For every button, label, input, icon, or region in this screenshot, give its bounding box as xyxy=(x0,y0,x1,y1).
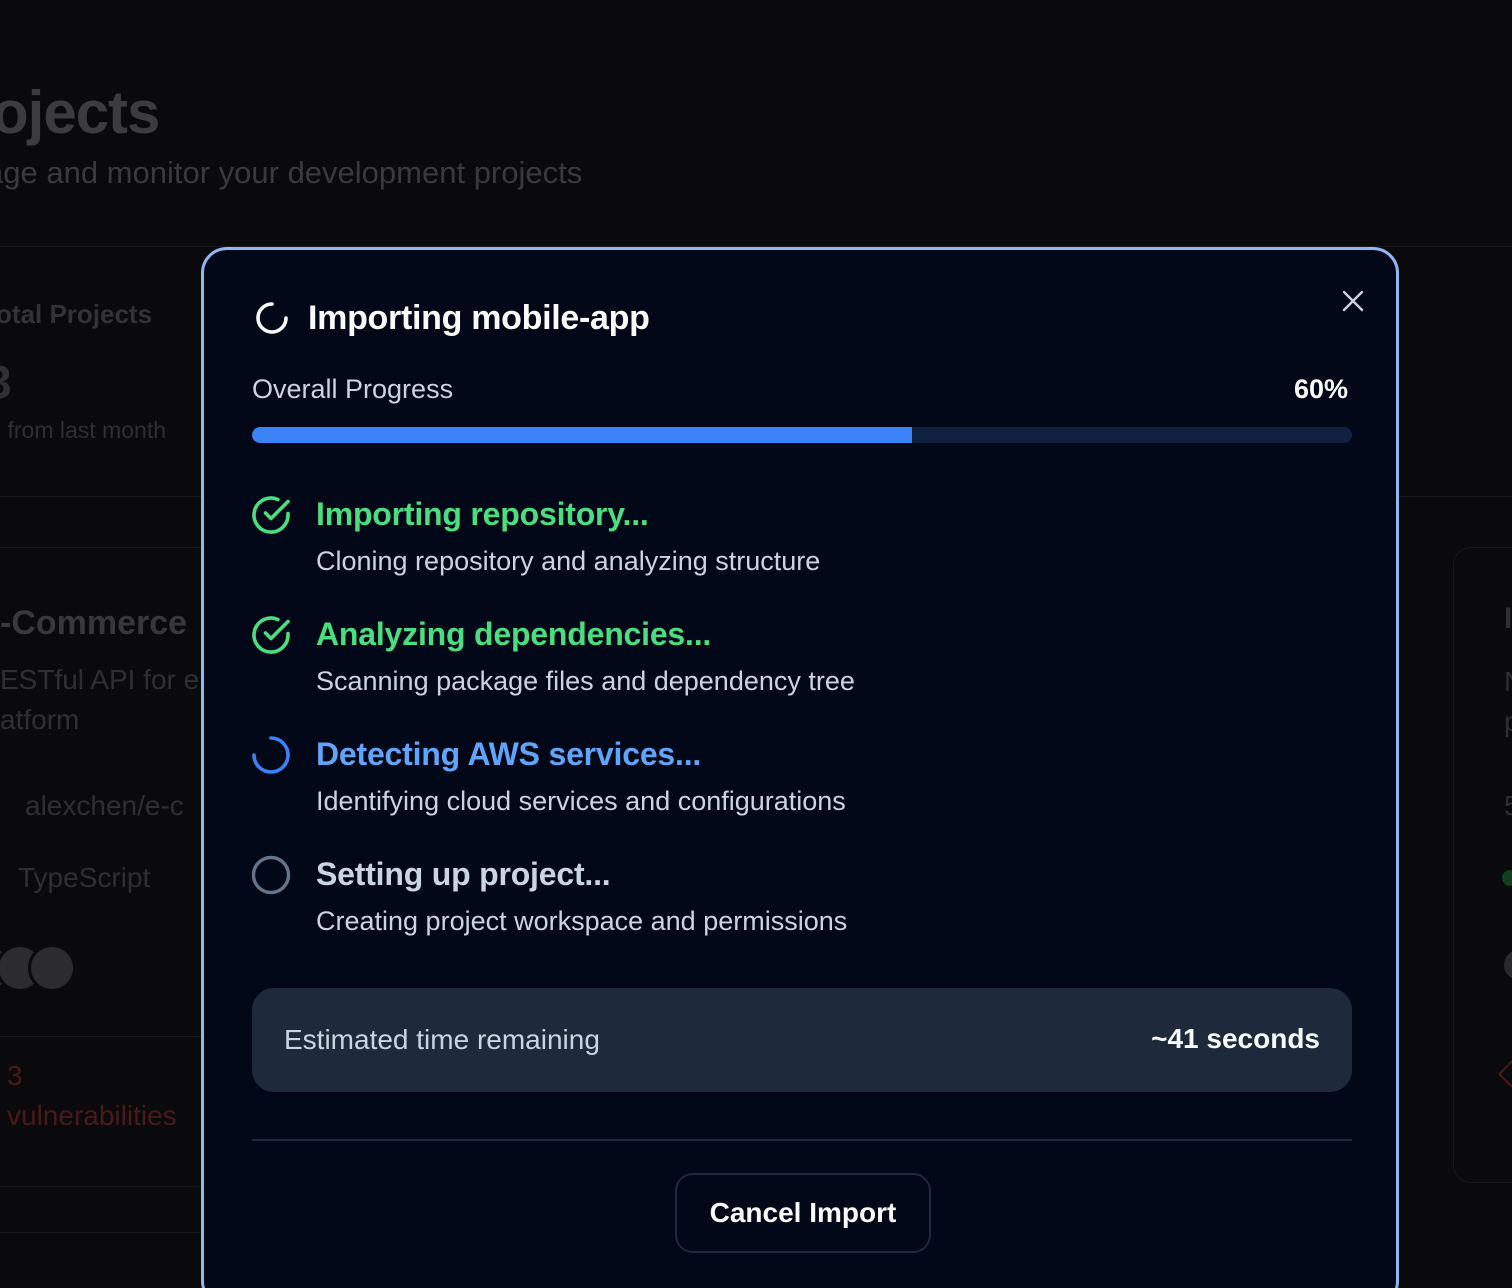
check-circle-icon xyxy=(250,494,292,536)
avatar-group xyxy=(0,944,76,992)
card-divider xyxy=(0,1036,215,1037)
empty-circle-icon xyxy=(250,854,292,896)
project-card-title: -Commerce xyxy=(0,604,188,642)
vuln-count-label: vulnerabilities xyxy=(7,1100,177,1131)
step-description: Creating project workspace and permissio… xyxy=(316,906,848,936)
project-card-description: ESTful API for e atform xyxy=(0,664,200,735)
progress-bar xyxy=(252,427,1352,443)
progress-percent: 60% xyxy=(1293,374,1348,404)
eta-panel: Estimated time remaining ~41 seconds xyxy=(252,988,1352,1092)
right-card-desc-fragment: N xyxy=(1504,666,1512,698)
project-card-repo[interactable]: alexchen/e-c xyxy=(25,790,184,822)
right-card-repo-fragment: 5 xyxy=(1504,790,1512,821)
close-button[interactable] xyxy=(1330,278,1376,324)
modal-title: Importing mobile-app xyxy=(308,298,650,337)
modal-header: Importing mobile-app xyxy=(252,298,650,338)
project-card-language: TypeScript xyxy=(18,862,151,893)
import-step: Analyzing dependencies... Scanning packag… xyxy=(250,614,1350,734)
eta-value: ~41 seconds xyxy=(1151,1023,1320,1054)
vuln-count-value: 3 xyxy=(7,1060,23,1091)
step-title: Setting up project... xyxy=(316,856,611,892)
loading-spinner-icon xyxy=(256,302,288,334)
stat-value: 3 xyxy=(0,355,12,409)
import-step: Importing repository... Cloning repositor… xyxy=(250,494,1350,614)
right-card-title-fragment: I xyxy=(1504,602,1512,635)
progress-fill xyxy=(252,427,912,443)
step-title: Importing repository... xyxy=(316,496,649,532)
step-title: Analyzing dependencies... xyxy=(316,616,712,652)
stat-label: otal Projects xyxy=(0,299,153,329)
import-steps: Importing repository... Cloning repositor… xyxy=(250,494,1350,974)
loading-spinner-icon xyxy=(250,734,292,776)
step-description: Scanning package files and dependency tr… xyxy=(316,666,855,696)
import-modal: Importing mobile-app Overall Progress 60… xyxy=(201,247,1399,1288)
step-description: Cloning repository and analyzing structu… xyxy=(316,546,821,576)
right-card-desc-fragment-2: p xyxy=(1504,706,1512,737)
close-icon xyxy=(1342,290,1364,312)
footer-divider xyxy=(252,1139,1352,1141)
import-step: Detecting AWS services... Identifying clo… xyxy=(250,734,1350,854)
page-title: ojects xyxy=(0,79,160,146)
vulnerability-count: 3 vulnerabilities xyxy=(7,1056,177,1136)
progress-label: Overall Progress xyxy=(252,374,454,404)
language-dot xyxy=(1502,870,1512,886)
avatar xyxy=(28,944,76,992)
step-description: Identifying cloud services and configura… xyxy=(316,786,846,816)
cancel-import-button[interactable]: Cancel Import xyxy=(675,1173,931,1253)
import-step: Setting up project... Creating project wo… xyxy=(250,854,1350,974)
page-subtitle: age and monitor your development project… xyxy=(0,155,583,190)
stat-delta: l from last month xyxy=(0,417,166,443)
step-title: Detecting AWS services... xyxy=(316,736,702,772)
project-card-right[interactable]: I N p 5 xyxy=(1453,547,1512,1183)
section-divider xyxy=(0,1232,200,1233)
check-circle-icon xyxy=(250,614,292,656)
eta-label: Estimated time remaining xyxy=(284,1024,600,1055)
